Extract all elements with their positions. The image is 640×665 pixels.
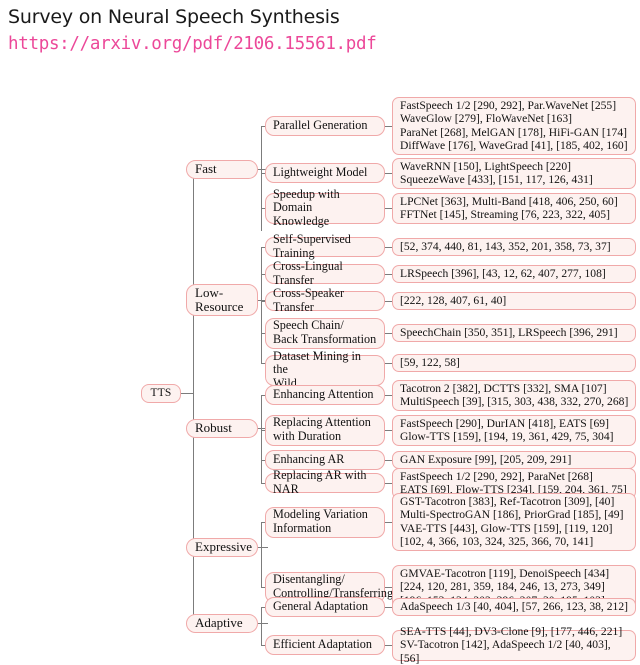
tree-node-replacing-attention[interactable]: Replacing Attention with Duration [265,415,385,446]
tree-leaf-cross-speaker-transfer-text: [222, 128, 407, 61, 40] [400,293,507,307]
tree-leaf-enhancing-attention-text: Tacotron 2 [382], DCTTS [332], SMA [107]… [400,381,629,408]
tree-leaf-lightweight-model-text: WaveRNN [150], LightSpeech [220] Squeeze… [400,159,593,186]
tree-node-parallel-generation-label: Parallel Generation [273,117,368,132]
tree-leaf-dataset-mining[interactable]: [59, 122, 58] [392,354,636,372]
tree-node-enhancing-ar-label: Enhancing AR [273,451,345,466]
tree-node-speedup-domain-knowledge[interactable]: Speedup with Domain Knowledge [265,187,385,228]
tree-leaf-cross-lingual-transfer-text: LRSpeech [396], [43, 12, 62, 407, 277, 1… [400,266,606,280]
tree-leaf-cross-lingual-transfer[interactable]: LRSpeech [396], [43, 12, 62, 407, 277, 1… [392,265,636,283]
tree-node-lightweight-model[interactable]: Lightweight Model [265,163,385,183]
tree-node-root-label: TTS [150,386,172,399]
tree-leaf-general-adaptation[interactable]: AdaSpeech 1/3 [40, 404], [57, 266, 123, … [392,598,636,616]
tree-node-speedup-domain-knowledge-label: Speedup with Domain Knowledge [273,186,340,228]
tree-node-general-adaptation[interactable]: General Adaptation [265,597,385,617]
tree-node-self-supervised-training[interactable]: Self-Supervised Training [265,232,385,259]
tree-leaf-speech-chain[interactable]: SpeechChain [350, 351], LRSpeech [396, 2… [392,324,636,342]
tree-node-cross-speaker-transfer-label: Cross-Speaker Transfer [273,285,345,314]
tree-leaf-self-supervised-training[interactable]: [52, 374, 440, 81, 143, 352, 201, 358, 7… [392,238,636,256]
tree-leaf-enhancing-ar-text: GAN Exposure [99], [205, 209, 291] [400,452,572,466]
tree-node-cross-lingual-transfer-label: Cross-Lingual Transfer [273,258,343,287]
tree-leaf-general-adaptation-text: AdaSpeech 1/3 [40, 404], [57, 266, 123, … [400,599,628,613]
tree-leaf-enhancing-attention[interactable]: Tacotron 2 [382], DCTTS [332], SMA [107]… [392,380,636,411]
tree-node-enhancing-ar[interactable]: Enhancing AR [265,450,385,470]
tree-leaf-modeling-variation-text: GST-Tacotron [383], Ref-Tacotron [309], … [400,495,624,548]
tree-node-replacing-ar-nar-label: Replacing AR with NAR [273,467,367,496]
connector-expressive-out [258,547,268,548]
tree-leaf-speech-chain-text: SpeechChain [350, 351], LRSpeech [396, 2… [400,325,618,339]
document-header: Survey on Neural Speech Synthesis https:… [8,4,632,56]
connector-robust-spine [261,395,262,483]
tree-node-fast[interactable]: Fast [186,160,258,179]
tree-node-adaptive[interactable]: Adaptive [186,614,258,633]
tree-node-root[interactable]: TTS [141,384,181,403]
tree-leaf-replacing-attention-text: FastSpeech [290], DurIAN [418], EATS [69… [400,416,614,443]
tree-node-robust-label: Robust [195,420,232,436]
tree-node-expressive-label: Expressive [195,539,253,555]
source-url-link[interactable]: https://arxiv.org/pdf/2106.15561.pdf [8,32,632,56]
tree-node-replacing-ar-nar[interactable]: Replacing AR with NAR [265,468,385,495]
tree-leaf-modeling-variation[interactable]: GST-Tacotron [383], Ref-Tacotron [309], … [392,493,636,551]
connector-adaptive-out [258,623,268,624]
tree-node-cross-speaker-transfer[interactable]: Cross-Speaker Transfer [265,286,385,313]
tree-node-self-supervised-training-label: Self-Supervised Training [273,231,351,260]
connector-expressive-spine [261,522,262,587]
page-title: Survey on Neural Speech Synthesis [8,6,340,28]
tree-node-replacing-attention-label: Replacing Attention with Duration [273,415,371,443]
tree-leaf-replacing-attention[interactable]: FastSpeech [290], DurIAN [418], EATS [69… [392,415,636,446]
tree-node-enhancing-attention[interactable]: Enhancing Attention [265,385,385,405]
tree-node-efficient-adaptation-label: Efficient Adaptation [273,636,372,651]
tree-node-low-resource[interactable]: Low- Resource [186,284,258,316]
tree-leaf-self-supervised-training-text: [52, 374, 440, 81, 143, 352, 201, 358, 7… [400,239,611,253]
tree-node-general-adaptation-label: General Adaptation [273,598,369,613]
connector-adaptive-spine [261,607,262,645]
tree-node-modeling-variation[interactable]: Modeling Variation Information [265,507,385,538]
tree-node-efficient-adaptation[interactable]: Efficient Adaptation [265,635,385,655]
tree-node-cross-lingual-transfer[interactable]: Cross-Lingual Transfer [265,259,385,286]
connector-root-stub [181,393,193,394]
connector-fast-spine [261,126,262,231]
tree-leaf-speedup-domain-knowledge[interactable]: LPCNet [363], Multi-Band [418, 406, 250,… [392,193,636,224]
tree-leaf-parallel-generation-text: FastSpeech 1/2 [290, 292], Par.WaveNet [… [400,99,628,152]
tree-leaf-dataset-mining-text: [59, 122, 58] [400,355,460,369]
tree-node-parallel-generation[interactable]: Parallel Generation [265,116,385,136]
tree-leaf-cross-speaker-transfer[interactable]: [222, 128, 407, 61, 40] [392,292,636,310]
tree-node-modeling-variation-label: Modeling Variation Information [273,507,368,535]
tree-node-expressive[interactable]: Expressive [186,538,258,557]
tree-leaf-speedup-domain-knowledge-text: LPCNet [363], Multi-Band [418, 406, 250,… [400,194,618,221]
tree-node-robust[interactable]: Robust [186,419,258,438]
tree-leaf-parallel-generation[interactable]: FastSpeech 1/2 [290, 292], Par.WaveNet [… [392,97,636,155]
tree-leaf-enhancing-ar[interactable]: GAN Exposure [99], [205, 209, 291] [392,451,636,469]
tree-node-speech-chain[interactable]: Speech Chain/ Back Transformation [265,318,385,349]
tree-node-enhancing-attention-label: Enhancing Attention [273,386,374,401]
tree-leaf-efficient-adaptation[interactable]: SEA-TTS [44], DV3-Clone [9], [177, 446, … [392,625,636,665]
tree-node-speech-chain-label: Speech Chain/ Back Transformation [273,318,377,346]
tree-node-fast-label: Fast [195,161,217,177]
tree-node-lightweight-model-label: Lightweight Model [273,164,368,179]
tree-leaf-lightweight-model[interactable]: WaveRNN [150], LightSpeech [220] Squeeze… [392,158,636,189]
connector-low-resource-spine [261,247,262,363]
tree-node-low-resource-label: Low- Resource [195,284,244,314]
tree-node-adaptive-label: Adaptive [195,615,243,631]
tree-leaf-efficient-adaptation-text: SEA-TTS [44], DV3-Clone [9], [177, 446, … [400,625,623,665]
taxonomy-tree-diagram: TTS Fast Parallel Generation FastSpeech … [0,82,640,665]
tree-node-dataset-mining[interactable]: Dataset Mining in the Wild [265,349,385,390]
